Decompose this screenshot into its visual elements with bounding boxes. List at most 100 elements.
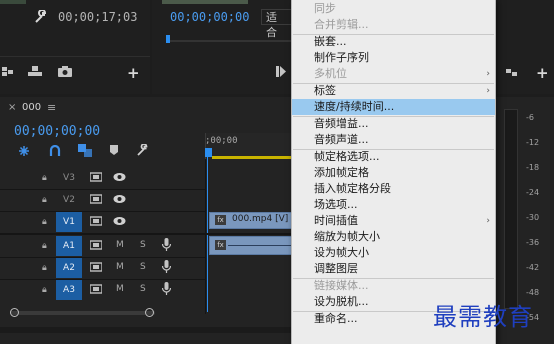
source-monitor-video-strip <box>0 0 26 4</box>
lock-icon[interactable]: 🔒︎ <box>42 195 52 205</box>
eye-icon[interactable] <box>113 216 126 229</box>
program-monitor-panel: 00;00;00;00 适合 <box>152 0 292 94</box>
sequence-tab-name[interactable]: 000 <box>22 102 41 113</box>
work-area-bar[interactable] <box>212 156 292 159</box>
menu-item[interactable]: 标签 › <box>292 83 495 99</box>
wrench-icon[interactable] <box>137 143 149 156</box>
track-a3: 🔒︎ A3 M S <box>0 279 205 301</box>
menu-item: 合并剪辑... <box>292 17 495 33</box>
timeline-timecode[interactable]: 00;00;00;00 <box>14 124 100 139</box>
microphone-icon[interactable] <box>161 260 172 276</box>
plus-icon[interactable]: + <box>536 64 549 82</box>
magnet-icon[interactable] <box>49 144 61 157</box>
menu-item-label: 设为脱机... <box>314 295 369 308</box>
tab-menu-icon[interactable]: ≡ <box>47 101 56 114</box>
film-icon[interactable] <box>89 194 103 207</box>
microphone-icon[interactable] <box>161 238 172 254</box>
menu-item[interactable]: 音频增益... <box>292 116 495 132</box>
menu-item: 多机位 › <box>292 66 495 82</box>
source-monitor-panel: 00;00;17;03 + <box>0 0 150 94</box>
plus-icon[interactable]: + <box>127 64 140 82</box>
camera-icon[interactable] <box>58 66 72 77</box>
menu-item-label: 制作子序列 <box>314 51 369 64</box>
lock-icon[interactable]: 🔒︎ <box>42 217 52 227</box>
insert-clip-icon[interactable] <box>2 66 14 77</box>
horizontal-scrollbar[interactable] <box>10 311 155 315</box>
fx-badge[interactable]: fx <box>215 215 226 225</box>
export-icon[interactable] <box>28 66 42 77</box>
menu-item-label: 音频增益... <box>314 117 369 130</box>
menu-item[interactable]: 缩放为帧大小 <box>292 229 495 245</box>
scroll-handle-right[interactable] <box>145 308 154 317</box>
lock-icon[interactable]: 🔒︎ <box>42 241 52 251</box>
menu-item[interactable]: 设为帧大小 <box>292 245 495 261</box>
film-icon[interactable] <box>89 240 103 253</box>
menu-item-label: 插入帧定格分段 <box>314 182 391 195</box>
fx-badge[interactable]: fx <box>215 240 226 250</box>
audio-clip[interactable]: fx <box>209 236 292 255</box>
menu-item-label: 设为帧大小 <box>314 246 369 259</box>
menu-item-label: 同步 <box>314 2 336 15</box>
track-label[interactable]: V2 <box>56 190 82 210</box>
snap-icon[interactable] <box>18 145 30 157</box>
meter-scale-label: -6 <box>526 113 534 122</box>
program-scrub-bar[interactable] <box>166 40 292 42</box>
submenu-arrow-icon: › <box>486 86 490 96</box>
mute-button[interactable]: M <box>116 262 124 272</box>
source-timecode[interactable]: 00;00;17;03 <box>58 10 137 24</box>
menu-item[interactable]: 制作子序列 <box>292 50 495 66</box>
lock-icon[interactable]: 🔒︎ <box>42 285 52 295</box>
menu-item[interactable]: 时间插值 › <box>292 213 495 229</box>
menu-item[interactable]: 插入帧定格分段 <box>292 181 495 197</box>
track-v2: 🔒︎ V2 <box>0 189 205 211</box>
step-icon[interactable] <box>276 66 286 77</box>
fit-dropdown[interactable]: 适合 <box>261 9 292 39</box>
marker-icon[interactable] <box>110 145 118 155</box>
solo-button[interactable]: S <box>140 240 146 250</box>
menu-item-label: 时间插值 <box>314 214 358 227</box>
track-target-a2[interactable]: A2 <box>56 258 82 278</box>
track-label[interactable]: V3 <box>56 168 82 188</box>
source-monitor-divider <box>0 56 150 57</box>
lock-icon[interactable]: 🔒︎ <box>42 173 52 183</box>
menu-item[interactable]: 帧定格选项... <box>292 149 495 165</box>
meter-scale-label: -18 <box>526 163 540 172</box>
lock-icon[interactable]: 🔒︎ <box>42 263 52 273</box>
track-a2: 🔒︎ A2 M S <box>0 257 205 279</box>
menu-item[interactable]: 速度/持续时间... <box>292 99 495 115</box>
close-tab-icon[interactable]: × <box>8 102 16 113</box>
menu-item[interactable]: 音频声道... <box>292 132 495 148</box>
meter-scale-label: -48 <box>526 288 540 297</box>
submenu-arrow-icon: › <box>486 69 490 79</box>
menu-item[interactable]: 场选项... <box>292 197 495 213</box>
eye-icon[interactable] <box>113 172 126 185</box>
menu-item[interactable]: 嵌套... <box>292 34 495 50</box>
track-target-v1[interactable]: V1 <box>56 212 82 232</box>
wrench-icon[interactable] <box>34 9 48 24</box>
video-clip[interactable]: fx 000.mp4 [V] <box>209 212 292 229</box>
menu-item-label: 帧定格选项... <box>314 150 380 163</box>
track-v1: 🔒︎ V1 <box>0 211 205 233</box>
film-icon[interactable] <box>89 216 103 229</box>
playhead-handle[interactable] <box>205 148 212 157</box>
track-target-a3[interactable]: A3 <box>56 280 82 300</box>
menu-item[interactable]: 调整图层 <box>292 261 495 277</box>
film-icon[interactable] <box>89 262 103 275</box>
film-icon[interactable] <box>89 284 103 297</box>
program-playhead-marker[interactable] <box>166 35 170 43</box>
film-icon[interactable] <box>89 172 103 185</box>
program-timecode[interactable]: 00;00;00;00 <box>170 10 249 24</box>
mute-button[interactable]: M <box>116 240 124 250</box>
menu-item-label: 标签 <box>314 84 336 97</box>
solo-button[interactable]: S <box>140 284 146 294</box>
microphone-icon[interactable] <box>161 282 172 298</box>
scroll-handle-left[interactable] <box>10 308 19 317</box>
insert-clip-icon[interactable] <box>506 68 518 79</box>
solo-button[interactable]: S <box>140 262 146 272</box>
track-target-a1[interactable]: A1 <box>56 236 82 256</box>
menu-item[interactable]: 添加帧定格 <box>292 165 495 181</box>
timeline-scroll-track[interactable] <box>0 327 292 333</box>
linked-selection-icon[interactable] <box>78 144 92 157</box>
mute-button[interactable]: M <box>116 284 124 294</box>
eye-icon[interactable] <box>113 194 126 207</box>
